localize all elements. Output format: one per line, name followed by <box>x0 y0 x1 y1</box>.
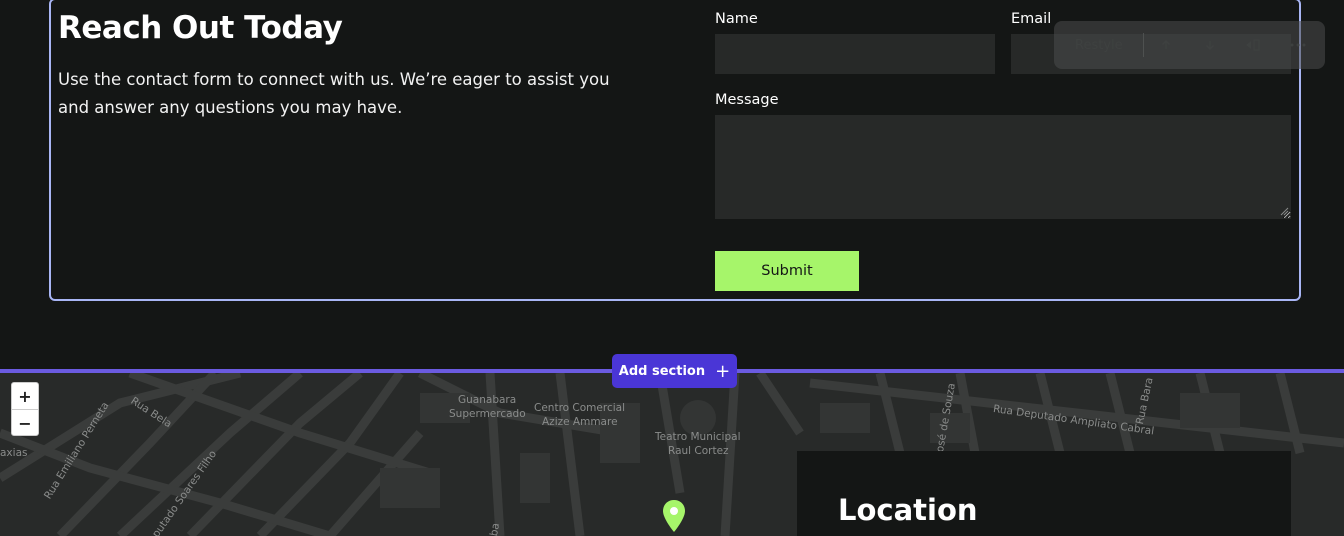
map-zoom-control: + − <box>11 382 39 436</box>
map-pin-icon[interactable] <box>661 499 687 533</box>
more-icon[interactable] <box>1276 21 1320 69</box>
arrow-up-icon[interactable] <box>1144 21 1188 69</box>
map-label: Supermercado <box>449 408 526 420</box>
zoom-out-button[interactable]: − <box>12 410 38 436</box>
resize-grip-icon[interactable] <box>1279 206 1289 216</box>
map-label: Guanabara <box>458 394 517 406</box>
add-section-button[interactable]: Add section + <box>612 354 737 388</box>
arrow-down-icon[interactable] <box>1188 21 1232 69</box>
location-card: Location <box>797 451 1291 536</box>
map-label: Raul Cortez <box>668 445 729 457</box>
name-label: Name <box>715 11 758 27</box>
zoom-in-button[interactable]: + <box>12 383 38 409</box>
plus-icon: + <box>715 360 731 382</box>
name-field[interactable] <box>715 34 995 74</box>
section-toolbar: Restyle <box>1054 21 1325 69</box>
message-label: Message <box>715 92 779 108</box>
map-label: ba <box>488 522 503 536</box>
map-label: Teatro Municipal <box>655 431 741 443</box>
add-section-label: Add section <box>618 363 706 379</box>
map-label: Centro Comercial <box>534 402 625 414</box>
align-icon[interactable] <box>1232 21 1276 69</box>
contact-description: Use the contact form to connect with us.… <box>58 70 610 117</box>
email-label: Email <box>1011 11 1052 27</box>
message-field[interactable] <box>715 115 1291 219</box>
map-label: Azize Ammare <box>542 416 618 428</box>
submit-button[interactable]: Submit <box>715 251 859 291</box>
restyle-button[interactable]: Restyle <box>1075 38 1143 53</box>
map-label: axias <box>0 447 28 459</box>
location-title: Location <box>838 493 978 527</box>
page: Reach Out Today Use the contact form to … <box>0 0 1344 536</box>
contact-title: Reach Out Today <box>58 10 343 46</box>
